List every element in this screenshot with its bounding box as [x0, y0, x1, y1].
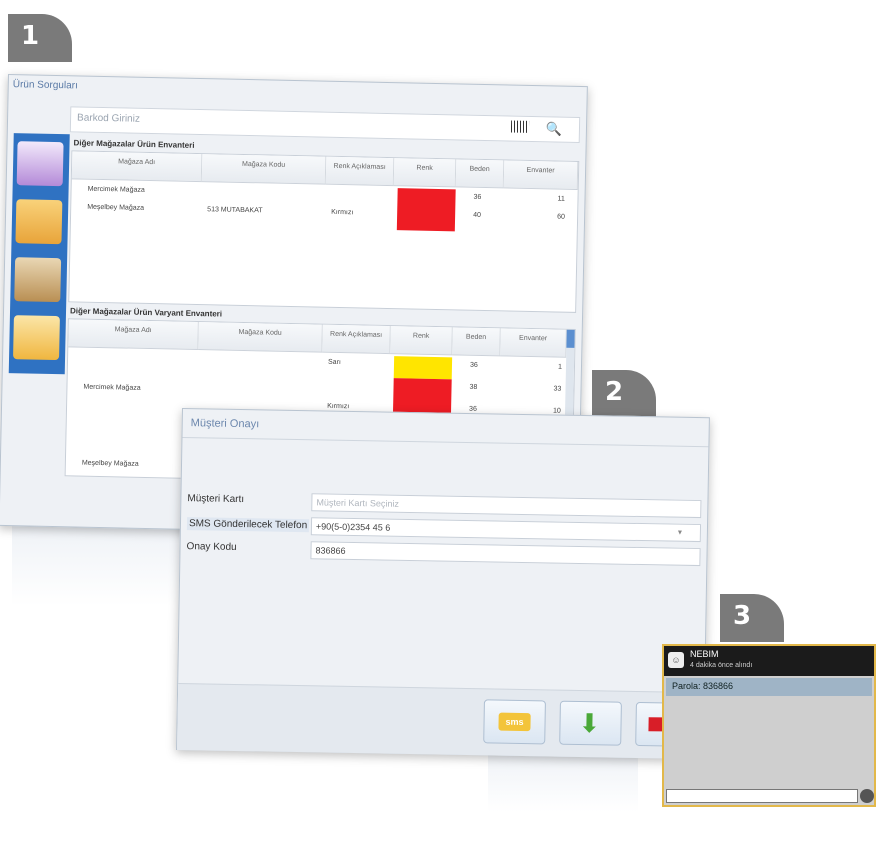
sms-phone-label: SMS Gönderilecek Telefon — [186, 517, 310, 533]
search-icon[interactable]: 🔍 — [546, 121, 562, 137]
table-row-stock: 60 — [557, 213, 565, 221]
color-swatch-yellow — [393, 356, 453, 380]
sidebar-item-document-icon[interactable] — [13, 315, 60, 361]
window1-reflection — [12, 526, 182, 606]
col-header: Mağaza Kodu — [201, 154, 327, 185]
sidebar-item-product-box-icon[interactable] — [16, 141, 64, 187]
customer-card-field[interactable]: Müşteri Kartı Seçiniz — [311, 493, 702, 519]
green-arrow-down-icon: ⬇ — [578, 707, 601, 739]
step-badge-2: 2 — [592, 370, 656, 418]
sms-icon: sms — [498, 712, 531, 732]
col-header: Mağaza Adı — [68, 319, 199, 351]
table-row-code: 513 MUTABAKAT — [207, 206, 263, 215]
barcode-placeholder: Barkod Giriniz — [76, 112, 141, 125]
sidebar — [8, 133, 70, 375]
window-title: Müşteri Onayı — [190, 417, 260, 431]
send-sms-button[interactable]: sms — [483, 699, 546, 745]
col-header: Envanter — [503, 160, 579, 190]
approval-code-field[interactable]: 836866 — [310, 541, 701, 567]
col-header: Beden — [452, 327, 501, 357]
col-header: Renk Açıklaması — [322, 324, 391, 355]
table-row-color-desc: Kırmızı — [327, 402, 350, 411]
col-header: Mağaza Adı — [71, 151, 203, 183]
section2-title: Diğer Mağazalar Ürün Varyant Envanteri — [69, 306, 223, 319]
sidebar-item-barcode-box-icon[interactable] — [14, 257, 62, 303]
sms-phone-select[interactable]: +90(5-0)2354 45 6 ▾ — [310, 517, 702, 543]
col-header: Renk — [393, 158, 457, 188]
table-row-size: 36 — [469, 405, 477, 413]
customer-card-label: Müşteri Kartı — [187, 493, 245, 506]
red-cancel-icon — [648, 717, 663, 732]
table-row-store[interactable]: Meşelbey Mağaza — [82, 460, 139, 468]
col-header: Renk — [390, 326, 453, 356]
table-row-color-desc: Sarı — [327, 358, 341, 367]
table-row-size: 40 — [473, 211, 482, 219]
table-row-store[interactable]: Meşelbey Mağaza — [87, 204, 144, 212]
table-row-store[interactable]: Mercimek Mağaza — [83, 384, 140, 392]
table-row-store[interactable]: Mercimek Mağaza — [88, 186, 145, 194]
title-divider — [182, 437, 709, 448]
section1-title: Diğer Mağazalar Ürün Envanteri — [73, 138, 195, 150]
color-swatch-red — [396, 188, 456, 232]
buttons-reflection — [488, 752, 638, 812]
table-row-stock: 11 — [557, 195, 565, 203]
window-footer: sms ⬇ — [177, 682, 705, 760]
notification-header: ☺ NEBIM 4 dakika önce alındı — [664, 646, 874, 676]
table-row-stock: 33 — [553, 385, 562, 393]
table-row-size: 36 — [469, 361, 478, 369]
step-badge-1: 1 — [8, 14, 72, 62]
barcode-icon[interactable] — [510, 120, 530, 133]
reply-input[interactable] — [666, 789, 858, 803]
contact-avatar-icon: ☺ — [668, 652, 684, 668]
barcode-input[interactable]: Barkod Giriniz 🔍 — [69, 106, 581, 143]
sidebar-item-package-icon[interactable] — [15, 199, 63, 245]
col-header: Envanter — [500, 328, 567, 358]
sms-phone-value: +90(5-0)2354 45 6 — [315, 521, 391, 533]
table-row-stock: 1 — [557, 363, 562, 371]
customer-approval-window: Müşteri Onayı Müşteri Kartı Müşteri Kart… — [176, 408, 710, 760]
sender-name: NEBIM — [690, 649, 719, 659]
step-badge-3: 3 — [720, 594, 784, 642]
chevron-down-icon[interactable]: ▾ — [678, 528, 682, 537]
inventory-table: Mağaza Adı Mağaza Kodu Renk Açıklaması R… — [68, 150, 580, 313]
received-time: 4 dakika önce alındı — [690, 662, 753, 669]
sms-message[interactable]: Parola: 836866 — [666, 678, 872, 696]
col-header: Renk Açıklaması — [325, 156, 395, 187]
table-row-color-desc: Kırmızı — [331, 208, 354, 217]
scroll-up-button[interactable] — [566, 329, 575, 348]
send-icon[interactable] — [860, 789, 874, 803]
approve-button[interactable]: ⬇ — [559, 700, 622, 746]
approval-code-label: Onay Kodu — [186, 541, 237, 553]
table-row-size: 36 — [473, 193, 482, 201]
phone-sms-notification: ☺ NEBIM 4 dakika önce alındı Parola: 836… — [662, 644, 876, 807]
col-header: Beden — [455, 159, 505, 189]
table-row-size: 38 — [469, 383, 478, 391]
col-header: Mağaza Kodu — [198, 322, 323, 353]
window-title: Ürün Sorguları — [12, 79, 78, 92]
